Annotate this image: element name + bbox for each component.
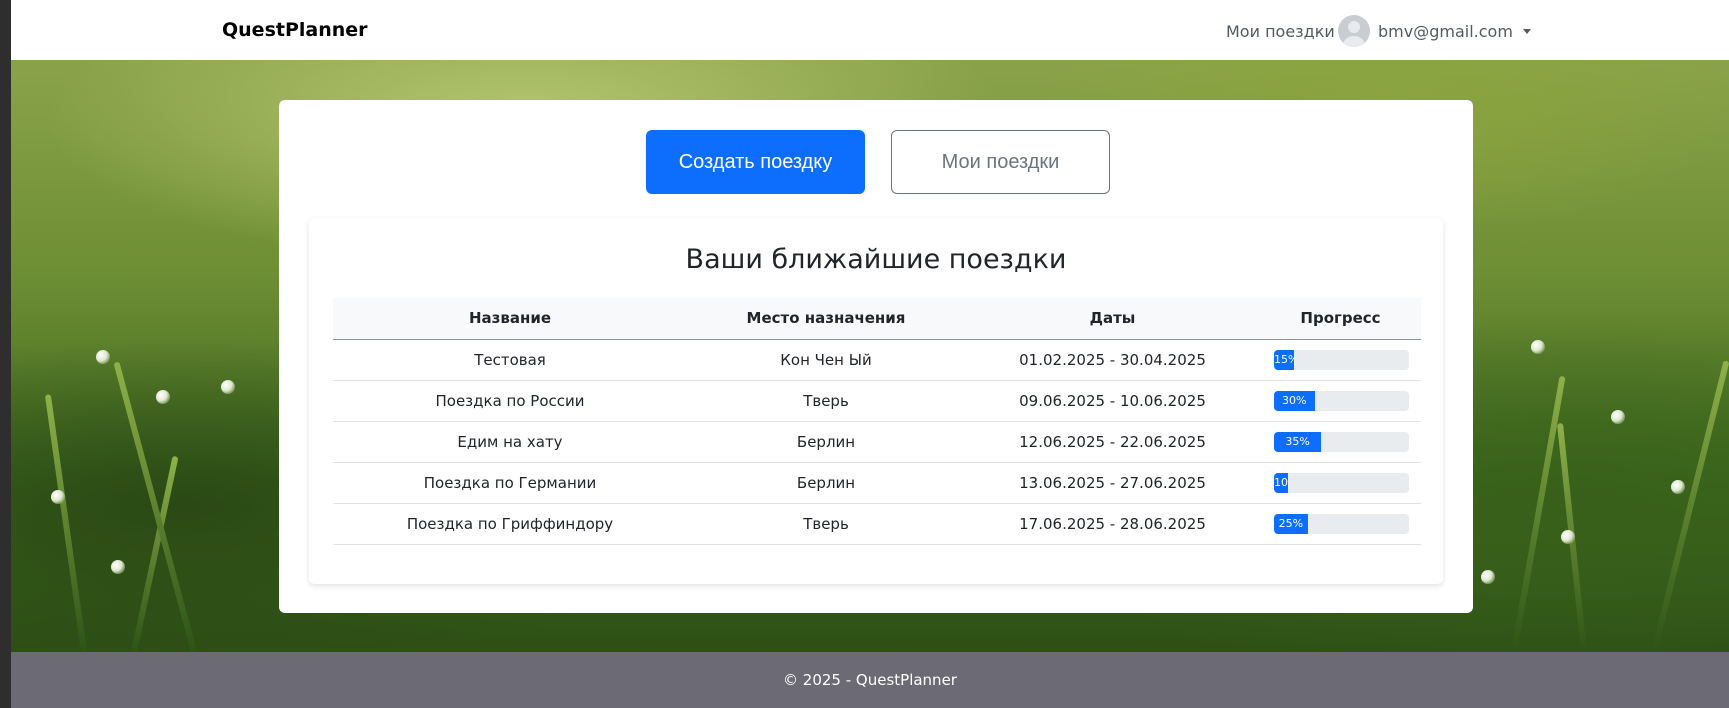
grass-blade — [113, 361, 197, 653]
trip-dates: 13.06.2025 - 27.06.2025 — [965, 462, 1260, 504]
trip-name: Поездка по Германии — [333, 462, 687, 504]
trips-table: Название Место назначения Даты Прогресс … — [333, 298, 1421, 545]
progress-track: 35% — [1274, 431, 1409, 452]
progress-bar: 35% — [1274, 431, 1322, 452]
upcoming-trips-panel: Ваши ближайшие поездки Название Место на… — [309, 218, 1443, 584]
grass-blade — [131, 455, 179, 653]
water-drop — [1611, 410, 1625, 424]
water-drop — [156, 390, 170, 404]
user-email: bmv@gmail.com — [1378, 21, 1513, 41]
create-trip-button[interactable]: Создать поездку — [646, 130, 865, 194]
progress-track: 15% — [1274, 349, 1409, 370]
progress-bar: 25% — [1274, 513, 1308, 534]
trip-dates: 09.06.2025 - 10.06.2025 — [965, 380, 1260, 422]
window-left-edge — [0, 0, 11, 708]
trip-destination: Тверь — [687, 380, 965, 422]
trip-name: Едим на хату — [333, 421, 687, 463]
trip-name: Поездка по России — [333, 380, 687, 422]
table-row[interactable]: Тестовая Кон Чен Ый 01.02.2025 - 30.04.2… — [333, 339, 1421, 381]
user-avatar-icon — [1338, 15, 1370, 47]
trip-dates: 01.02.2025 - 30.04.2025 — [965, 339, 1260, 381]
trip-name: Тестовая — [333, 339, 687, 381]
brand-logo[interactable]: QuestPlanner — [222, 19, 368, 41]
my-trips-button[interactable]: Мои поездки — [891, 130, 1110, 194]
water-drop — [111, 560, 125, 574]
page: QuestPlanner Мои поездки bmv@gmail.com С… — [11, 0, 1729, 708]
caret-down-icon — [1522, 28, 1531, 34]
trip-progress-cell: 15% — [1260, 339, 1421, 381]
nav-link-my-trips[interactable]: Мои поездки — [1226, 22, 1335, 41]
column-header-dates: Даты — [965, 298, 1260, 340]
trip-progress-cell: 25% — [1260, 503, 1421, 545]
footer: © 2025 - QuestPlanner — [11, 652, 1729, 708]
table-row[interactable]: Поездка по Германии Берлин 13.06.2025 - … — [333, 462, 1421, 504]
progress-bar: 30% — [1274, 390, 1315, 411]
progress-track: 30% — [1274, 390, 1409, 411]
grass-blade — [1511, 375, 1566, 653]
water-drop — [1561, 530, 1575, 544]
water-drop — [1531, 340, 1545, 354]
trip-dates: 12.06.2025 - 22.06.2025 — [965, 421, 1260, 463]
footer-copyright: © 2025 - QuestPlanner — [783, 671, 957, 689]
progress-bar: 15% — [1274, 349, 1295, 370]
trip-name: Поездка по Гриффиндору — [333, 503, 687, 545]
trip-dates: 17.06.2025 - 28.06.2025 — [965, 503, 1260, 545]
trip-progress-cell: 35% — [1260, 421, 1421, 463]
water-drop — [1671, 480, 1685, 494]
navbar: QuestPlanner Мои поездки bmv@gmail.com — [11, 0, 1729, 60]
trip-destination: Тверь — [687, 503, 965, 545]
trip-progress-cell: 10% — [1260, 462, 1421, 504]
table-row[interactable]: Поездка по Гриффиндору Тверь 17.06.2025 … — [333, 503, 1421, 545]
upcoming-trips-title: Ваши ближайшие поездки — [685, 244, 1067, 275]
table-row[interactable]: Едим на хату Берлин 12.06.2025 - 22.06.2… — [333, 421, 1421, 463]
column-header-name: Название — [333, 298, 687, 340]
water-drop — [51, 490, 65, 504]
column-header-progress: Прогресс — [1260, 298, 1421, 340]
water-drop — [221, 380, 235, 394]
trip-progress-cell: 30% — [1260, 380, 1421, 422]
table-header-row: Название Место назначения Даты Прогресс — [333, 298, 1421, 340]
progress-bar: 10% — [1274, 472, 1288, 493]
user-menu[interactable]: bmv@gmail.com — [1338, 15, 1531, 47]
progress-track: 25% — [1274, 513, 1409, 534]
trip-destination: Кон Чен Ый — [687, 339, 965, 381]
water-drop — [96, 350, 110, 364]
trip-destination: Берлин — [687, 462, 965, 504]
grass-blade — [1651, 360, 1729, 653]
main-card: Создать поездку Мои поездки Ваши ближайш… — [279, 100, 1473, 613]
grass-blade — [44, 394, 87, 653]
water-drop — [1481, 570, 1495, 584]
table-row[interactable]: Поездка по России Тверь 09.06.2025 - 10.… — [333, 380, 1421, 422]
column-header-destination: Место назначения — [687, 298, 965, 340]
trip-destination: Берлин — [687, 421, 965, 463]
progress-track: 10% — [1274, 472, 1409, 493]
